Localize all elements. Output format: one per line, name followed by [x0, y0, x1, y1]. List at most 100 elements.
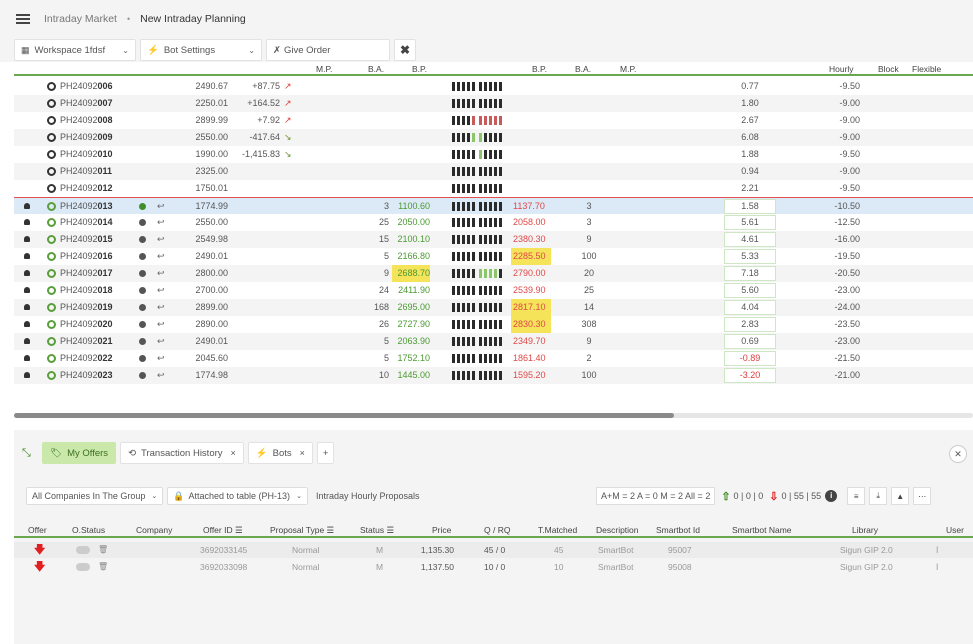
col-hourly[interactable]: Hourly: [829, 64, 854, 74]
buy-price[interactable]: 2695.00: [392, 299, 430, 316]
sell-price[interactable]: 1861.40: [511, 350, 551, 367]
sell-amount[interactable]: 9: [569, 231, 609, 248]
redirect-icon[interactable]: ↩: [157, 367, 165, 384]
clear-button[interactable]: ✖: [394, 39, 416, 61]
buy-amount[interactable]: [359, 180, 389, 197]
sell-price[interactable]: [511, 146, 551, 163]
buy-price[interactable]: [392, 129, 430, 146]
col-ba-left[interactable]: B.A.: [368, 64, 384, 74]
status-toggle[interactable]: [76, 563, 90, 571]
sell-price[interactable]: [511, 129, 551, 146]
col-price[interactable]: Price: [432, 525, 451, 535]
col-tmatched[interactable]: T.Matched: [538, 525, 577, 535]
redirect-icon[interactable]: ↩: [157, 282, 165, 299]
contract-code[interactable]: PH24092021: [60, 333, 113, 350]
buy-amount[interactable]: 5: [359, 248, 389, 265]
horizontal-scrollbar[interactable]: [14, 413, 973, 418]
contract-code[interactable]: PH24092020: [60, 316, 113, 333]
buy-price[interactable]: 2688.70: [392, 265, 430, 282]
buy-price[interactable]: 2411.90: [392, 282, 430, 299]
buy-price[interactable]: [392, 78, 430, 95]
col-mp-right[interactable]: M.P.: [620, 64, 636, 74]
grid-row[interactable]: PH24092012 1750.01 2.21 -9.50: [14, 180, 973, 197]
buy-amount[interactable]: [359, 95, 389, 112]
buy-amount[interactable]: 24: [359, 282, 389, 299]
grid-row[interactable]: PH24092007 2250.01 +164.52 ↗ 1.80 -9.00: [14, 95, 973, 112]
bell-icon[interactable]: [23, 198, 31, 215]
sell-price[interactable]: [511, 180, 551, 197]
bell-icon[interactable]: ▲: [891, 487, 910, 505]
bell-icon[interactable]: [23, 248, 31, 265]
grid-row[interactable]: PH24092008 2899.99 +7.92 ↗ 2.67 -9.00: [14, 112, 973, 129]
sell-amount[interactable]: 25: [569, 282, 609, 299]
col-flexible[interactable]: Flexible: [912, 64, 941, 74]
sell-amount[interactable]: 20: [569, 265, 609, 282]
sell-price[interactable]: 2285.50: [511, 248, 551, 265]
sell-price[interactable]: 2817.10: [511, 299, 551, 316]
sell-price[interactable]: [511, 112, 551, 129]
bot-settings-select[interactable]: ⚡ Bot Settings ⌄: [140, 39, 262, 61]
bell-icon[interactable]: [23, 231, 31, 248]
buy-amount[interactable]: [359, 112, 389, 129]
buy-price[interactable]: 2050.00: [392, 214, 430, 231]
sell-amount[interactable]: 2: [569, 350, 609, 367]
tab-bots[interactable]: ⚡ Bots ×: [247, 442, 313, 464]
bell-icon[interactable]: [23, 350, 31, 367]
list-icon[interactable]: ≡: [847, 487, 866, 505]
redirect-icon[interactable]: ↩: [157, 333, 165, 350]
sell-amount[interactable]: [569, 163, 609, 180]
buy-price[interactable]: 1752.10: [392, 350, 430, 367]
sell-price[interactable]: 1137.70: [511, 198, 551, 215]
redirect-icon[interactable]: ↩: [157, 316, 165, 333]
col-block[interactable]: Block: [878, 64, 899, 74]
col-mp-left[interactable]: M.P.: [316, 64, 332, 74]
grid-row[interactable]: PH24092022 ↩ 2045.60 5 1752.10 1861.40 2 -0.89 -…: [14, 350, 973, 367]
buy-price[interactable]: 2166.80: [392, 248, 430, 265]
sell-amount[interactable]: 9: [569, 333, 609, 350]
grid-row[interactable]: PH24092018 ↩ 2700.00 24 2411.90 2539.90 25 5.60…: [14, 282, 973, 299]
buy-price[interactable]: 1445.00: [392, 367, 430, 384]
contract-code[interactable]: PH24092011: [60, 163, 112, 180]
col-bp-left[interactable]: B.P.: [412, 64, 427, 74]
contract-code[interactable]: PH24092016: [60, 248, 113, 265]
grid-row[interactable]: PH24092010 1990.00 -1,415.83 ↘ 1.88 -9.50: [14, 146, 973, 163]
buy-amount[interactable]: 9: [359, 265, 389, 282]
tab-transaction-history[interactable]: ⟲ Transaction History ×: [120, 442, 244, 464]
bell-icon[interactable]: [23, 333, 31, 350]
buy-amount[interactable]: [359, 129, 389, 146]
grid-row[interactable]: PH24092006 2490.67 +87.75 ↗ 0.77 -9.50: [14, 78, 973, 95]
grid-row[interactable]: PH24092023 ↩ 1774.98 10 1445.00 1595.20 100 -3.…: [14, 367, 973, 384]
scrollbar-thumb[interactable]: [14, 413, 674, 418]
buy-price[interactable]: 2063.90: [392, 333, 430, 350]
contract-code[interactable]: PH24092008: [60, 112, 113, 129]
download-icon[interactable]: ⤓: [869, 487, 888, 505]
contract-code[interactable]: PH24092007: [60, 95, 113, 112]
offer-row[interactable]: 🡇 🗑 3692033145 Normal M 1,135.30 45 / 0 45 Smart…: [14, 542, 973, 558]
grid-row[interactable]: PH24092009 2550.00 -417.64 ↘ 6.08 -9.00: [14, 129, 973, 146]
col-status[interactable]: Status ☰: [360, 525, 394, 536]
col-offer-id[interactable]: Offer ID ☰: [203, 525, 243, 536]
col-bp-right[interactable]: B.P.: [532, 64, 547, 74]
buy-amount[interactable]: 26: [359, 316, 389, 333]
contract-code[interactable]: PH24092010: [60, 146, 113, 163]
contract-code[interactable]: PH24092019: [60, 299, 113, 316]
add-tab-button[interactable]: +: [316, 442, 335, 464]
grid-row[interactable]: PH24092014 ↩ 2550.00 25 2050.00 2058.00 3 5.61 -…: [14, 214, 973, 231]
col-offer[interactable]: Offer: [28, 525, 47, 535]
sell-amount[interactable]: [569, 95, 609, 112]
contract-code[interactable]: PH24092023: [60, 367, 113, 384]
status-toggle[interactable]: [76, 546, 90, 554]
redirect-icon[interactable]: ↩: [157, 231, 165, 248]
contract-code[interactable]: PH24092017: [60, 265, 113, 282]
buy-amount[interactable]: 25: [359, 214, 389, 231]
sell-price[interactable]: 2349.70: [511, 333, 551, 350]
buy-amount[interactable]: 10: [359, 367, 389, 384]
bell-icon[interactable]: [23, 282, 31, 299]
col-smartbot-name[interactable]: Smartbot Name: [732, 525, 792, 535]
grid-row[interactable]: PH24092011 2325.00 0.94 -9.00: [14, 163, 973, 180]
col-user[interactable]: User: [946, 525, 964, 535]
sell-price[interactable]: [511, 95, 551, 112]
sell-amount[interactable]: 14: [569, 299, 609, 316]
sell-price[interactable]: 2380.30: [511, 231, 551, 248]
bell-icon[interactable]: [23, 299, 31, 316]
